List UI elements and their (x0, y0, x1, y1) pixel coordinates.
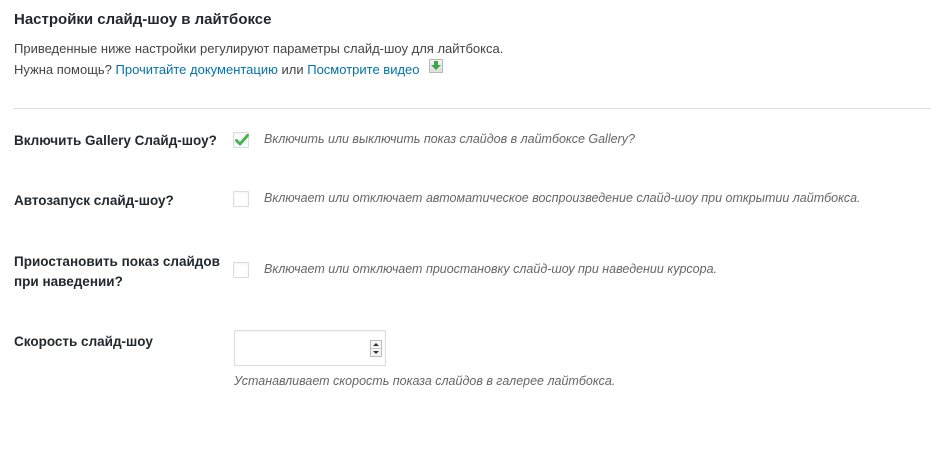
pause-on-hover-help: Включает или отключает приостановку слай… (264, 262, 717, 276)
spinner-up-icon[interactable] (371, 341, 381, 349)
video-link[interactable]: Посмотрите видео (307, 62, 419, 77)
autoplay-checkbox[interactable] (233, 191, 249, 207)
or-text: или (281, 62, 304, 77)
spinner-down-icon[interactable] (371, 349, 381, 356)
enable-slideshow-label: Включить Gallery Слайд-шоу? (14, 133, 217, 148)
checkmark-icon (235, 134, 249, 146)
enable-slideshow-checkbox[interactable] (233, 132, 249, 148)
autoplay-label: Автозапуск слайд-шоу? (14, 193, 174, 208)
slideshow-speed-help: Устанавливает скорость показа слайдов в … (234, 374, 616, 388)
section-divider (14, 108, 931, 109)
slideshow-speed-input[interactable] (234, 330, 386, 366)
help-line: Нужна помощь? Прочитайте документацию ил… (14, 59, 444, 77)
pause-on-hover-checkbox[interactable] (233, 262, 249, 278)
help-prefix: Нужна помощь? (14, 62, 112, 77)
enable-slideshow-help: Включить или выключить показ слайдов в л… (264, 132, 635, 146)
lightbox-slideshow-settings: Настройки слайд-шоу в лайтбоксе Приведен… (0, 0, 931, 464)
autoplay-help: Включает или отключает автоматическое во… (264, 191, 861, 205)
section-description: Приведенные ниже настройки регулируют па… (14, 41, 504, 56)
pause-on-hover-label: Приостановить показ слайдов при наведени… (14, 252, 220, 292)
documentation-link[interactable]: Прочитайте документацию (116, 62, 278, 77)
number-spinner[interactable] (370, 340, 382, 357)
download-arrow-icon[interactable] (429, 59, 444, 73)
section-title: Настройки слайд-шоу в лайтбоксе (14, 11, 272, 28)
pause-on-hover-label-line2: при наведении? (14, 274, 123, 289)
pause-on-hover-label-line1: Приостановить показ слайдов (14, 254, 220, 269)
slideshow-speed-label: Скорость слайд-шоу (14, 334, 153, 349)
